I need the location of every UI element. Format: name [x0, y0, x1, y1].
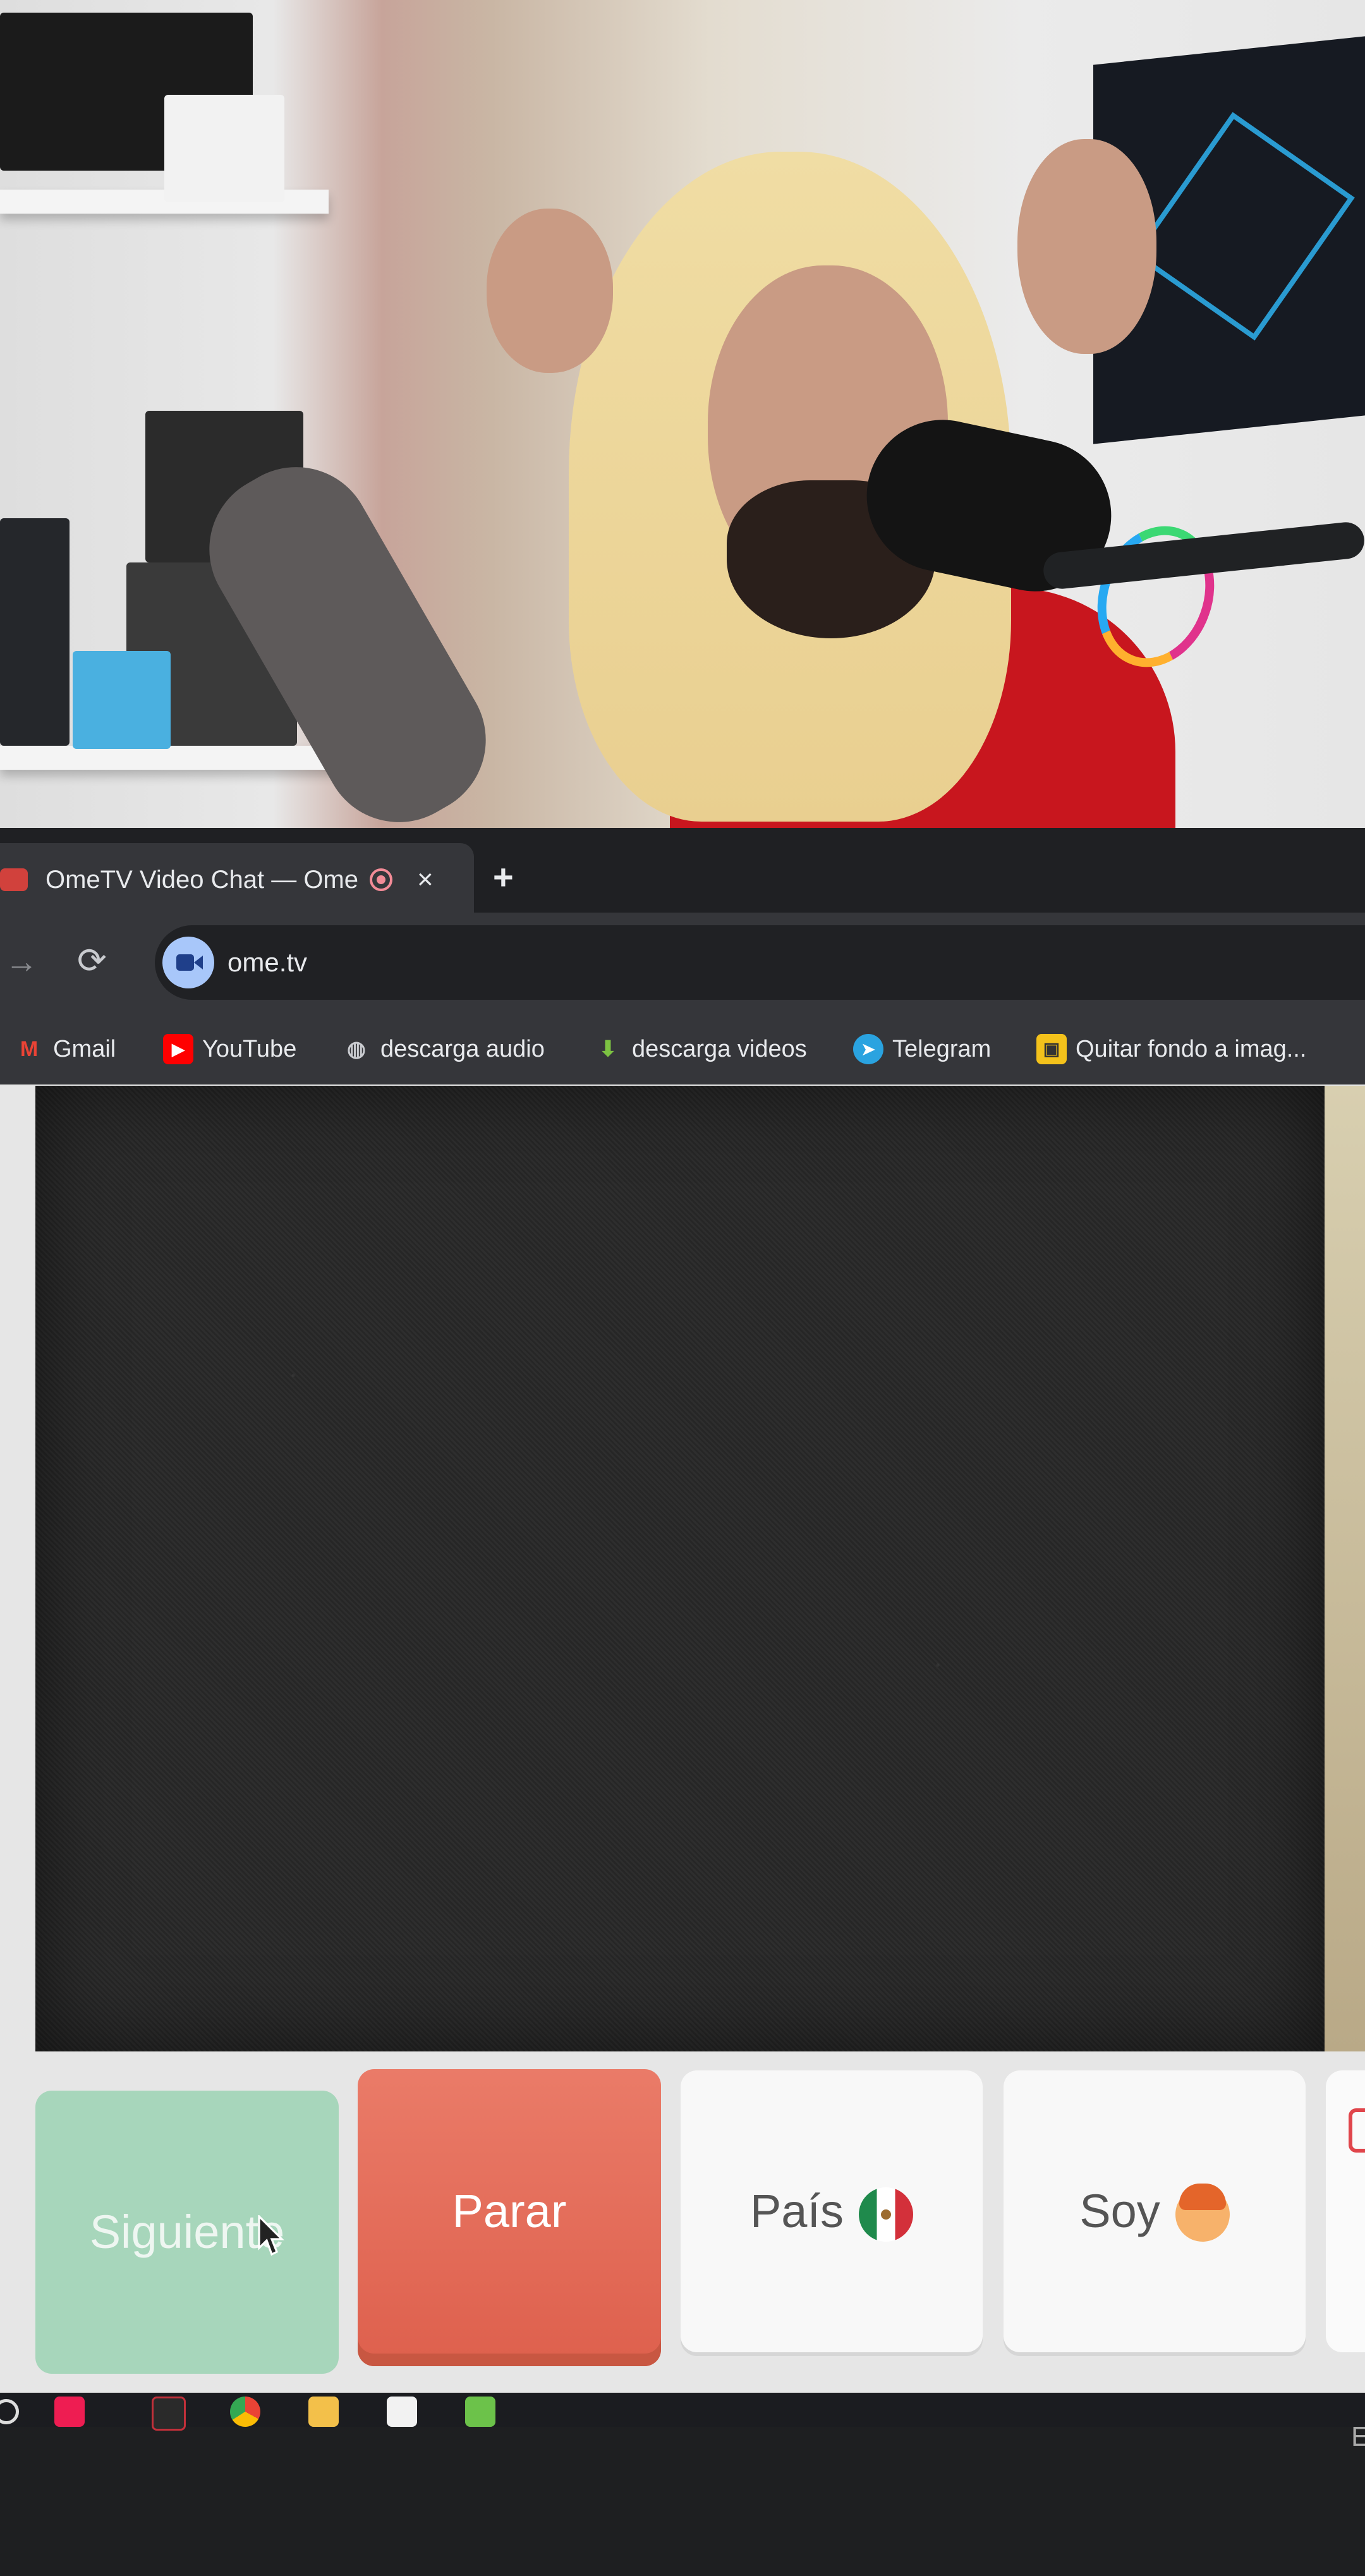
browser-tabstrip: OmeTV Video Chat — Ome × +	[0, 828, 1365, 913]
self-video-edge	[1325, 1086, 1365, 2051]
tiktok-app-icon[interactable]	[54, 2397, 85, 2427]
product-box	[164, 95, 284, 202]
report-icon	[1349, 2108, 1365, 2153]
tab-ometv[interactable]: OmeTV Video Chat — Ome ×	[0, 843, 474, 913]
reload-icon[interactable]: ⟳	[77, 942, 107, 980]
gender-label: Soy	[1079, 2185, 1160, 2237]
browser-toolbar: → ⟳ ome.tv	[0, 913, 1365, 1011]
mexico-flag-icon	[859, 2187, 914, 2242]
product-box	[0, 518, 70, 746]
download-arrow-icon: ⬇	[598, 1036, 617, 1061]
address-bar[interactable]: ome.tv	[155, 925, 1365, 1000]
ometv-favicon-icon	[0, 868, 28, 891]
webcam-overlay	[0, 0, 1365, 828]
product-box	[73, 651, 171, 749]
telegram-icon: ➤	[853, 1033, 883, 1064]
stop-button[interactable]: Parar	[358, 2069, 661, 2366]
tab-close-button[interactable]: ×	[417, 862, 434, 897]
video-camera-icon[interactable]	[162, 937, 214, 988]
person-hand	[487, 209, 613, 373]
extra-panel-text: E	[1351, 2421, 1365, 2452]
country-button[interactable]: País	[681, 2070, 983, 2352]
bookmark-descarga-audio[interactable]: ◍ descarga audio	[341, 1029, 545, 1067]
country-label: País	[749, 2185, 844, 2237]
bookmark-youtube[interactable]: ▶ YouTube	[163, 1029, 296, 1067]
bookmark-telegram[interactable]: ➤ Telegram	[853, 1029, 991, 1067]
bookmark-gmail[interactable]: M Gmail	[14, 1029, 116, 1067]
os-taskbar	[0, 2393, 1365, 2431]
extra-panel-partial[interactable]: E	[1326, 2070, 1365, 2452]
next-button[interactable]: Siguiente	[35, 2091, 339, 2374]
page-content: Siguiente Parar País Soy E	[0, 1084, 1365, 2452]
tab-title: OmeTV Video Chat — Ome	[46, 866, 358, 894]
search-icon[interactable]	[0, 2399, 19, 2424]
remove-bg-icon: ▣	[1036, 1033, 1067, 1064]
forward-arrow-icon[interactable]: →	[5, 944, 38, 980]
game-app-icon[interactable]	[465, 2397, 495, 2427]
youtube-icon: ▶	[163, 1033, 193, 1064]
url-text[interactable]: ome.tv	[228, 945, 307, 980]
person-hand	[1017, 139, 1156, 354]
boy-face-icon	[1175, 2184, 1230, 2242]
globe-icon: ◍	[347, 1036, 366, 1061]
bookmark-quitar-fondo[interactable]: ▣ Quitar fondo a imag...	[1036, 1029, 1306, 1067]
partner-video-static	[35, 1086, 1325, 2051]
bookmark-descarga-videos[interactable]: ⬇ descarga videos	[593, 1029, 807, 1067]
gmail-icon: M	[20, 1036, 39, 1061]
shelf-bottom	[0, 746, 354, 770]
chrome-app-icon[interactable]	[230, 2397, 260, 2427]
capcut-app-icon[interactable]	[387, 2397, 417, 2427]
new-tab-button[interactable]: +	[493, 858, 514, 896]
text-editor-app-icon[interactable]	[152, 2397, 186, 2431]
bookmarks-bar: M Gmail ▶ YouTube ◍ descarga audio ⬇ descarg…	[0, 1011, 1365, 1086]
file-explorer-app-icon[interactable]	[308, 2397, 339, 2427]
record-icon	[370, 868, 392, 891]
gender-button[interactable]: Soy	[1004, 2070, 1306, 2352]
